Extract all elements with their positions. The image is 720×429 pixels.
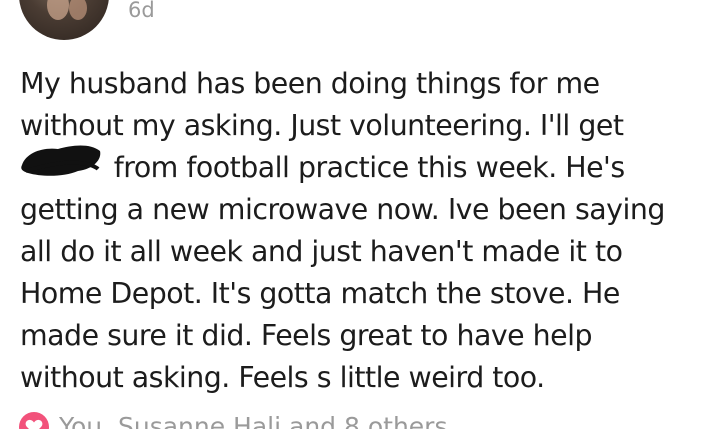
post-body: My husband has been doing things for me … [20,63,710,399]
post-line: all do it all week and just haven't made… [20,235,623,268]
reactions-summary[interactable]: You, Susanne Hali and 8 others [59,412,447,429]
post-line: My husband has been doing things for me [20,67,600,100]
post-line: without asking. Feels s little weird too… [20,361,545,394]
post-line: without my asking. Just volunteering. I'… [20,109,624,142]
post-line: from football practice this week. He's [20,151,625,184]
avatar-photo-figure [47,0,69,20]
reactions-row[interactable]: You, Susanne Hali and 8 others [19,412,447,429]
post-card: 6d My husband has been doing things for … [0,0,720,429]
post-line: Home Depot. It's gotta match the stove. … [20,277,620,310]
post-line: getting a new microwave now. Ive been sa… [20,193,665,226]
post-timestamp[interactable]: 6d [128,0,155,25]
avatar-photo-figure [69,0,87,20]
redaction-scribble [21,145,101,176]
post-line: made sure it did. Feels great to have he… [20,319,593,352]
avatar[interactable] [19,0,109,40]
heart-icon [19,412,49,429]
